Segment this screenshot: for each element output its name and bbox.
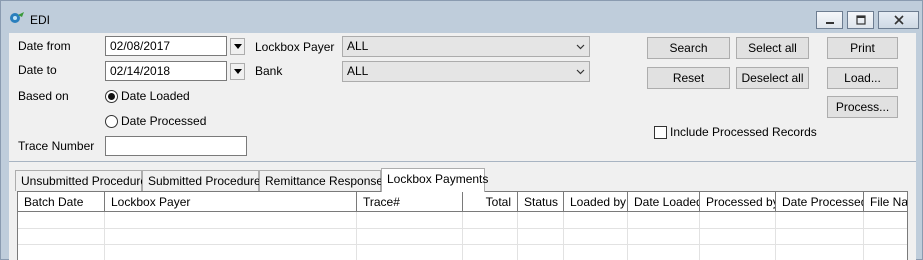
tab-submitted-procedures[interactable]: Submitted Procedures xyxy=(142,170,267,191)
select-all-button[interactable]: Select all xyxy=(736,37,809,59)
checkbox-box xyxy=(654,125,667,139)
lockbox-payer-value: ALL xyxy=(347,39,369,53)
radio-dot xyxy=(105,89,118,103)
date-to-field[interactable]: 02/14/2018 xyxy=(105,61,227,81)
grid-col-line xyxy=(627,212,628,260)
date-to-label: Date to xyxy=(18,63,57,77)
chevron-down-icon xyxy=(233,69,242,74)
minimize-icon xyxy=(825,22,834,24)
edi-window: EDI Date from 02/08/2017 Date to 02/14/2… xyxy=(0,0,923,260)
grid-col-line xyxy=(517,212,518,260)
chevron-down-icon xyxy=(576,44,585,50)
column-header-loaded-by[interactable]: Loaded by xyxy=(564,192,628,212)
radio-date-processed-label: Date Processed xyxy=(121,114,207,128)
radio-dot xyxy=(105,114,118,128)
tab-area: Unsubmitted Procedures Submitted Procedu… xyxy=(9,161,916,260)
edi-app-icon xyxy=(9,11,25,25)
reset-button[interactable]: Reset xyxy=(647,67,730,89)
window-title: EDI xyxy=(30,13,51,27)
title-bar: EDI xyxy=(1,1,922,33)
lockbox-payer-select[interactable]: ALL xyxy=(342,36,590,57)
lockbox-payments-grid[interactable]: Batch Date Lockbox Payer Trace# Total St… xyxy=(17,191,908,260)
radio-date-processed[interactable]: Date Processed xyxy=(105,114,206,128)
maximize-button[interactable] xyxy=(847,11,874,29)
date-to-dropdown[interactable] xyxy=(230,63,245,80)
grid-header: Batch Date Lockbox Payer Trace# Total St… xyxy=(18,192,907,212)
column-header-file-name[interactable]: File Nar xyxy=(864,192,907,212)
radio-date-loaded[interactable]: Date Loaded xyxy=(105,89,190,103)
include-processed-checkbox[interactable]: Include Processed Records xyxy=(654,125,817,139)
tab-remittance-responses[interactable]: Remittance Responses xyxy=(259,170,389,191)
lockbox-payer-label: Lockbox Payer xyxy=(255,40,335,54)
grid-col-line xyxy=(104,212,105,260)
bank-label: Bank xyxy=(255,64,283,78)
date-from-label: Date from xyxy=(18,39,71,53)
based-on-label: Based on xyxy=(18,89,69,103)
date-from-dropdown[interactable] xyxy=(230,38,245,55)
print-button[interactable]: Print xyxy=(827,37,898,59)
minimize-button[interactable] xyxy=(816,11,843,29)
grid-col-line xyxy=(462,212,463,260)
grid-col-line xyxy=(863,212,864,260)
bank-value: ALL xyxy=(347,64,369,78)
trace-number-label: Trace Number xyxy=(18,139,95,153)
search-button[interactable]: Search xyxy=(647,37,730,59)
grid-col-line xyxy=(356,212,357,260)
trace-number-field[interactable] xyxy=(105,136,247,156)
column-header-processed-by[interactable]: Processed by xyxy=(700,192,776,212)
column-header-date-loaded[interactable]: Date Loaded xyxy=(628,192,700,212)
chevron-down-icon xyxy=(576,69,585,75)
close-icon xyxy=(893,15,904,25)
column-header-batch-date[interactable]: Batch Date xyxy=(18,192,105,212)
column-header-lockbox-payer[interactable]: Lockbox Payer xyxy=(105,192,357,212)
load-button[interactable]: Load... xyxy=(827,67,898,89)
include-processed-label: Include Processed Records xyxy=(670,125,817,139)
radio-date-loaded-label: Date Loaded xyxy=(121,89,190,103)
bank-select[interactable]: ALL xyxy=(342,61,590,82)
deselect-all-button[interactable]: Deselect all xyxy=(736,67,809,89)
chevron-down-icon xyxy=(233,44,242,49)
column-header-total[interactable]: Total xyxy=(463,192,518,212)
date-from-field[interactable]: 02/08/2017 xyxy=(105,36,227,56)
column-header-trace[interactable]: Trace# xyxy=(357,192,463,212)
grid-col-line xyxy=(563,212,564,260)
column-header-status[interactable]: Status xyxy=(518,192,564,212)
filter-panel: Date from 02/08/2017 Date to 02/14/2018 … xyxy=(9,33,916,161)
grid-col-line xyxy=(699,212,700,260)
tab-lockbox-payments[interactable]: Lockbox Payments xyxy=(381,168,488,192)
column-header-date-processed[interactable]: Date Processed xyxy=(776,192,864,212)
close-button[interactable] xyxy=(878,11,919,29)
grid-col-line xyxy=(775,212,776,260)
maximize-icon xyxy=(855,15,866,25)
tab-unsubmitted-procedures[interactable]: Unsubmitted Procedures xyxy=(15,170,153,191)
process-button[interactable]: Process... xyxy=(827,96,898,118)
